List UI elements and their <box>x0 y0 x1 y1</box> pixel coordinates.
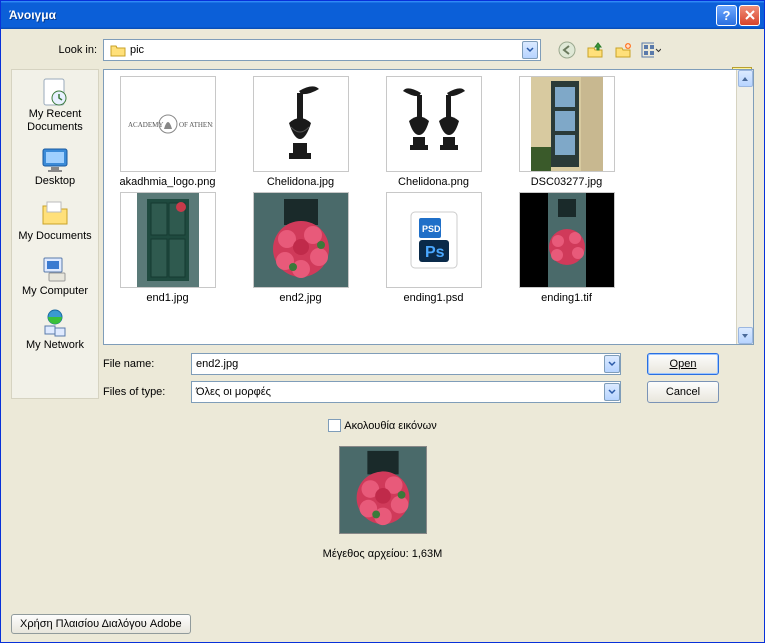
place-mycomputer[interactable]: My Computer <box>13 253 97 298</box>
thumbnail <box>120 192 216 288</box>
chevron-down-icon[interactable] <box>604 383 620 401</box>
lookin-label: Look in: <box>11 44 103 56</box>
scroll-down-icon[interactable] <box>738 327 753 344</box>
file-item[interactable]: PSDPs ending1.psd <box>376 192 491 304</box>
filename-input[interactable]: end2.jpg <box>191 353 621 375</box>
close-button[interactable] <box>739 5 760 26</box>
file-item[interactable]: Chelidona.png <box>376 76 491 188</box>
file-item[interactable]: Chelidona.jpg <box>243 76 358 188</box>
place-recent[interactable]: My Recent Documents <box>13 76 97 133</box>
filetype-label: Files of type: <box>103 386 191 398</box>
view-menu-button[interactable] <box>641 40 661 60</box>
scrollbar[interactable] <box>736 70 753 344</box>
scroll-up-icon[interactable] <box>738 70 753 87</box>
window-title: Άνοιγμα <box>5 8 714 22</box>
thumbnail: PSD Ps <box>386 192 482 288</box>
file-item[interactable]: end1.jpg <box>110 192 225 304</box>
svg-text:Ps: Ps <box>425 244 445 261</box>
lookin-value: pic <box>130 44 522 56</box>
filename-label: File name: <box>103 358 191 370</box>
help-button[interactable]: ? <box>716 5 737 26</box>
svg-text:PSD: PSD <box>422 224 441 234</box>
adobe-dialog-button[interactable]: Χρήση Πλαισίου Διαλόγου Adobe <box>11 614 191 634</box>
places-bar: My Recent Documents Desktop My Documents… <box>11 69 99 399</box>
thumbnail <box>253 192 349 288</box>
file-item[interactable]: end2.jpg <box>243 192 358 304</box>
open-button[interactable]: Open <box>647 353 719 375</box>
sequence-checkbox[interactable] <box>328 419 341 432</box>
chevron-down-icon[interactable] <box>522 41 538 59</box>
lookin-combo[interactable]: pic <box>103 39 541 61</box>
folder-icon <box>110 43 126 57</box>
thumbnail <box>386 76 482 172</box>
preview-thumbnail <box>339 446 427 534</box>
filetype-combo[interactable]: Όλες οι μορφές <box>191 381 621 403</box>
svg-text:OF ATHENS: OF ATHENS <box>179 121 213 129</box>
new-folder-button[interactable] <box>613 40 633 60</box>
file-listview[interactable]: ACADEMYOF ATHENS akadhmia_logo.png Cheli… <box>103 69 754 345</box>
svg-text:ACADEMY: ACADEMY <box>128 121 163 129</box>
file-item[interactable]: ACADEMYOF ATHENS akadhmia_logo.png <box>110 76 225 188</box>
thumbnail <box>253 76 349 172</box>
back-button[interactable] <box>557 40 577 60</box>
file-item[interactable]: ending1.tif <box>509 192 624 304</box>
place-mydocs[interactable]: My Documents <box>13 198 97 243</box>
chevron-down-icon[interactable] <box>604 355 620 373</box>
cancel-button[interactable]: Cancel <box>647 381 719 403</box>
sequence-label: Ακολουθία εικόνων <box>344 420 436 432</box>
place-desktop[interactable]: Desktop <box>13 143 97 188</box>
titlebar: Άνοιγμα ? <box>1 1 764 29</box>
filesize-text: Μέγεθος αρχείου: 1,63M <box>11 548 754 560</box>
place-mynetwork[interactable]: My Network <box>13 307 97 352</box>
up-button[interactable] <box>585 40 605 60</box>
thumbnail <box>519 192 615 288</box>
thumbnail <box>519 76 615 172</box>
file-item[interactable]: DSC03277.jpg <box>509 76 624 188</box>
thumbnail: ACADEMY OF ATHENS <box>120 76 216 172</box>
chevron-down-icon <box>655 48 661 53</box>
